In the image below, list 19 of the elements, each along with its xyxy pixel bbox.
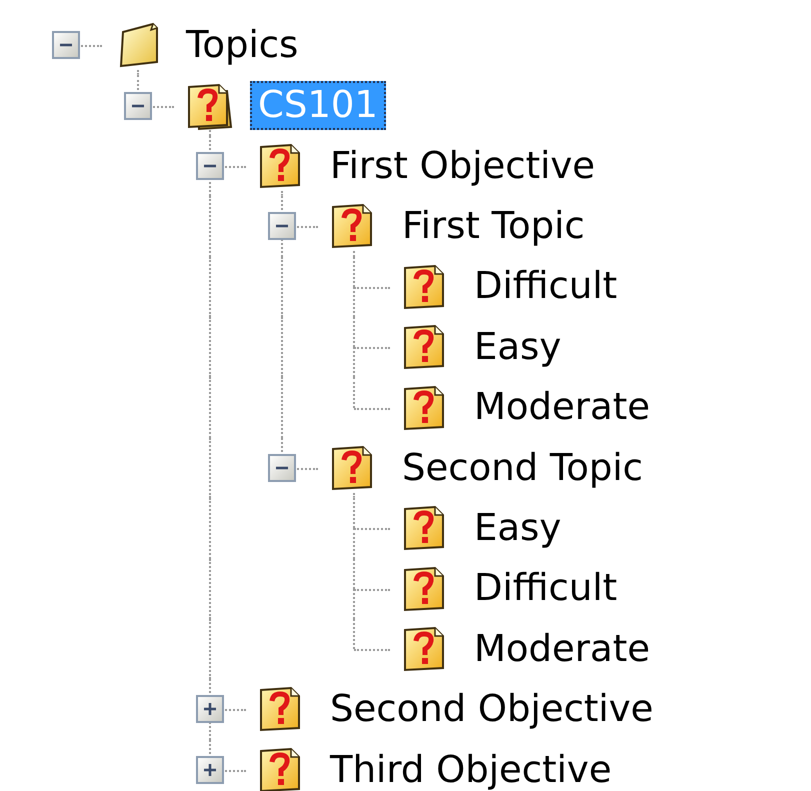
tree-item[interactable]: Difficult	[466, 564, 626, 614]
tree-item[interactable]: Moderate	[466, 383, 658, 432]
expander-button[interactable]	[196, 695, 224, 724]
tree-item[interactable]: First Topic	[394, 202, 593, 251]
tree-item[interactable]: Easy	[466, 322, 570, 372]
tree-item[interactable]: Second Objective	[322, 685, 662, 734]
tree-item[interactable]: Second Topic	[394, 444, 651, 492]
expander-button[interactable]	[268, 454, 296, 482]
tree-item[interactable]: Topics	[178, 20, 306, 70]
tree-item[interactable]: Difficult	[466, 262, 626, 312]
expander-button[interactable]	[52, 31, 80, 60]
tree-item[interactable]: Easy	[466, 504, 570, 553]
expander-button[interactable]	[124, 92, 152, 120]
tree-item[interactable]: Moderate	[466, 624, 658, 674]
expander-button[interactable]	[196, 152, 224, 180]
tree-item[interactable]: First Objective	[322, 142, 604, 190]
tree-item[interactable]: Third Objective	[322, 746, 620, 791]
expander-button[interactable]	[196, 756, 224, 784]
expander-button[interactable]	[268, 212, 296, 240]
